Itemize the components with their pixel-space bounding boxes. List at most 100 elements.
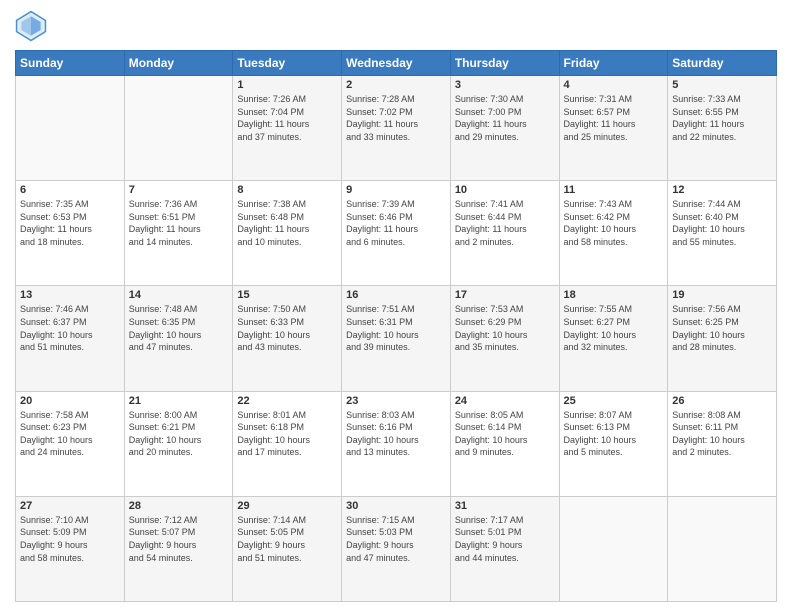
calendar-cell [668,496,777,601]
day-number: 1 [237,79,337,91]
day-number: 24 [455,395,555,407]
day-info: Sunrise: 7:12 AM Sunset: 5:07 PM Dayligh… [129,514,229,564]
calendar-cell: 21 Sunrise: 8:00 AM Sunset: 6:21 PM Dayli… [124,391,233,496]
calendar-cell: 11 Sunrise: 7:43 AM Sunset: 6:42 PM Dayli… [559,181,668,286]
day-info: Sunrise: 7:26 AM Sunset: 7:04 PM Dayligh… [237,93,337,143]
day-info: Sunrise: 7:31 AM Sunset: 6:57 PM Dayligh… [564,93,664,143]
day-number: 19 [672,289,772,301]
day-info: Sunrise: 7:15 AM Sunset: 5:03 PM Dayligh… [346,514,446,564]
day-info: Sunrise: 8:00 AM Sunset: 6:21 PM Dayligh… [129,409,229,459]
day-info: Sunrise: 7:55 AM Sunset: 6:27 PM Dayligh… [564,303,664,353]
calendar-cell: 23 Sunrise: 8:03 AM Sunset: 6:16 PM Dayli… [342,391,451,496]
calendar-cell: 1 Sunrise: 7:26 AM Sunset: 7:04 PM Daylig… [233,76,342,181]
calendar-cell: 3 Sunrise: 7:30 AM Sunset: 7:00 PM Daylig… [450,76,559,181]
calendar-cell [559,496,668,601]
calendar-cell: 10 Sunrise: 7:41 AM Sunset: 6:44 PM Dayli… [450,181,559,286]
day-number: 31 [455,500,555,512]
day-number: 11 [564,184,664,196]
day-number: 22 [237,395,337,407]
day-number: 23 [346,395,446,407]
week-row-2: 13 Sunrise: 7:46 AM Sunset: 6:37 PM Dayli… [16,286,777,391]
day-info: Sunrise: 7:14 AM Sunset: 5:05 PM Dayligh… [237,514,337,564]
day-info: Sunrise: 8:05 AM Sunset: 6:14 PM Dayligh… [455,409,555,459]
day-number: 14 [129,289,229,301]
logo-icon [15,10,47,42]
calendar-cell: 22 Sunrise: 8:01 AM Sunset: 6:18 PM Dayli… [233,391,342,496]
day-info: Sunrise: 7:30 AM Sunset: 7:00 PM Dayligh… [455,93,555,143]
day-number: 20 [20,395,120,407]
calendar-cell: 2 Sunrise: 7:28 AM Sunset: 7:02 PM Daylig… [342,76,451,181]
day-header-wednesday: Wednesday [342,51,451,76]
day-header-sunday: Sunday [16,51,125,76]
calendar-cell: 29Sunrise: 7:14 AM Sunset: 5:05 PM Dayli… [233,496,342,601]
calendar-cell: 7 Sunrise: 7:36 AM Sunset: 6:51 PM Daylig… [124,181,233,286]
day-number: 3 [455,79,555,91]
calendar-cell: 5Sunrise: 7:33 AM Sunset: 6:55 PM Daylig… [668,76,777,181]
day-info: Sunrise: 8:01 AM Sunset: 6:18 PM Dayligh… [237,409,337,459]
logo [15,10,51,42]
day-header-saturday: Saturday [668,51,777,76]
calendar-cell: 6Sunrise: 7:35 AM Sunset: 6:53 PM Daylig… [16,181,125,286]
calendar-cell: 26Sunrise: 8:08 AM Sunset: 6:11 PM Dayli… [668,391,777,496]
calendar-cell: 27 Sunrise: 7:10 AM Sunset: 5:09 PM Dayli… [16,496,125,601]
calendar-cell: 14 Sunrise: 7:48 AM Sunset: 6:35 PM Dayli… [124,286,233,391]
calendar-cell: 20 Sunrise: 7:58 AM Sunset: 6:23 PM Dayli… [16,391,125,496]
day-number: 13 [20,289,120,301]
calendar-cell: 8 Sunrise: 7:38 AM Sunset: 6:48 PM Daylig… [233,181,342,286]
day-info: Sunrise: 7:33 AM Sunset: 6:55 PM Dayligh… [672,93,772,143]
calendar-cell: 16 Sunrise: 7:51 AM Sunset: 6:31 PM Dayli… [342,286,451,391]
calendar-cell: 31 Sunrise: 7:17 AM Sunset: 5:01 PM Dayli… [450,496,559,601]
day-number: 30 [346,500,446,512]
day-info: Sunrise: 7:41 AM Sunset: 6:44 PM Dayligh… [455,198,555,248]
day-info: Sunrise: 7:46 AM Sunset: 6:37 PM Dayligh… [20,303,120,353]
calendar-cell: 4 Sunrise: 7:31 AM Sunset: 6:57 PM Daylig… [559,76,668,181]
day-number: 7 [129,184,229,196]
week-row-0: 1 Sunrise: 7:26 AM Sunset: 7:04 PM Daylig… [16,76,777,181]
day-info: Sunrise: 7:39 AM Sunset: 6:46 PM Dayligh… [346,198,446,248]
calendar-body: 1 Sunrise: 7:26 AM Sunset: 7:04 PM Daylig… [16,76,777,602]
day-info: Sunrise: 7:28 AM Sunset: 7:02 PM Dayligh… [346,93,446,143]
day-info: Sunrise: 7:35 AM Sunset: 6:53 PM Dayligh… [20,198,120,248]
day-info: Sunrise: 7:48 AM Sunset: 6:35 PM Dayligh… [129,303,229,353]
calendar-cell [16,76,125,181]
day-number: 10 [455,184,555,196]
day-header-row: SundayMondayTuesdayWednesdayThursdayFrid… [16,51,777,76]
calendar-cell: 12Sunrise: 7:44 AM Sunset: 6:40 PM Dayli… [668,181,777,286]
day-number: 27 [20,500,120,512]
calendar-cell: 19 Sunrise: 7:56 AM Sunset: 6:25 PM Dayli… [668,286,777,391]
day-number: 25 [564,395,664,407]
day-info: Sunrise: 7:10 AM Sunset: 5:09 PM Dayligh… [20,514,120,564]
day-info: Sunrise: 7:17 AM Sunset: 5:01 PM Dayligh… [455,514,555,564]
day-info: Sunrise: 7:51 AM Sunset: 6:31 PM Dayligh… [346,303,446,353]
week-row-3: 20 Sunrise: 7:58 AM Sunset: 6:23 PM Dayli… [16,391,777,496]
week-row-1: 6Sunrise: 7:35 AM Sunset: 6:53 PM Daylig… [16,181,777,286]
day-info: Sunrise: 8:03 AM Sunset: 6:16 PM Dayligh… [346,409,446,459]
day-number: 16 [346,289,446,301]
day-info: Sunrise: 7:56 AM Sunset: 6:25 PM Dayligh… [672,303,772,353]
day-number: 9 [346,184,446,196]
day-info: Sunrise: 8:07 AM Sunset: 6:13 PM Dayligh… [564,409,664,459]
day-info: Sunrise: 7:58 AM Sunset: 6:23 PM Dayligh… [20,409,120,459]
day-info: Sunrise: 7:36 AM Sunset: 6:51 PM Dayligh… [129,198,229,248]
day-number: 2 [346,79,446,91]
day-number: 4 [564,79,664,91]
day-header-tuesday: Tuesday [233,51,342,76]
page: SundayMondayTuesdayWednesdayThursdayFrid… [0,0,792,612]
week-row-4: 27 Sunrise: 7:10 AM Sunset: 5:09 PM Dayli… [16,496,777,601]
day-number: 8 [237,184,337,196]
day-number: 28 [129,500,229,512]
day-info: Sunrise: 7:38 AM Sunset: 6:48 PM Dayligh… [237,198,337,248]
day-number: 21 [129,395,229,407]
calendar-cell [124,76,233,181]
day-header-monday: Monday [124,51,233,76]
day-header-friday: Friday [559,51,668,76]
day-info: Sunrise: 7:43 AM Sunset: 6:42 PM Dayligh… [564,198,664,248]
day-number: 26 [672,395,772,407]
day-number: 18 [564,289,664,301]
calendar-cell: 13 Sunrise: 7:46 AM Sunset: 6:37 PM Dayli… [16,286,125,391]
calendar-cell: 28 Sunrise: 7:12 AM Sunset: 5:07 PM Dayli… [124,496,233,601]
calendar-cell: 25 Sunrise: 8:07 AM Sunset: 6:13 PM Dayli… [559,391,668,496]
calendar-cell: 30 Sunrise: 7:15 AM Sunset: 5:03 PM Dayli… [342,496,451,601]
calendar-cell: 9 Sunrise: 7:39 AM Sunset: 6:46 PM Daylig… [342,181,451,286]
calendar-cell: 15Sunrise: 7:50 AM Sunset: 6:33 PM Dayli… [233,286,342,391]
